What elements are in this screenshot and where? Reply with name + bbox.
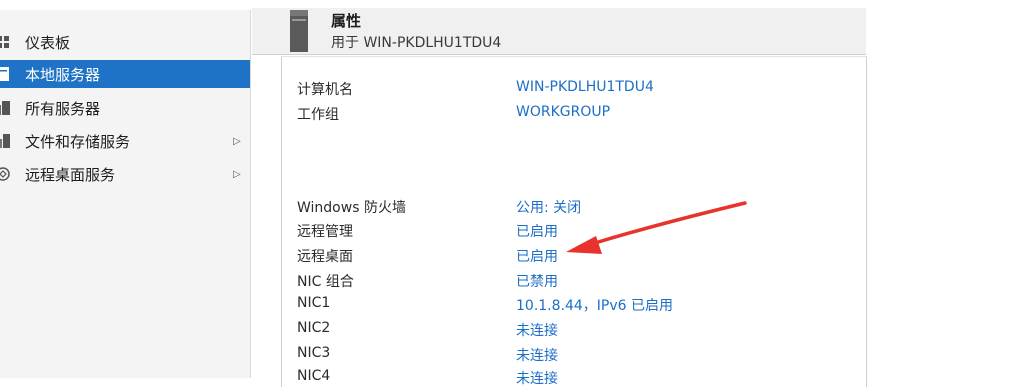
property-value-nic-teaming[interactable]: 已禁用 [516, 271, 558, 291]
property-value-nic4[interactable]: 未连接 [516, 368, 558, 388]
servers-icon [0, 101, 10, 115]
property-label-nic4: NIC4 [297, 368, 331, 384]
property-label-workgroup: 工作组 [297, 107, 339, 123]
expand-arrow-icon[interactable]: ▷ [233, 169, 241, 180]
sidebar-divider [250, 10, 251, 378]
sidebar-item-label: 仪表板 [25, 33, 71, 52]
sidebar-item-local-server[interactable]: 本地服务器 [0, 60, 250, 88]
property-label-firewall: Windows 防火墙 [297, 200, 406, 216]
remote-desktop-icon [0, 167, 10, 181]
property-label-nic-teaming: NIC 组合 [297, 274, 354, 290]
sidebar-item-label: 本地服务器 [25, 65, 101, 84]
property-value-nic1[interactable]: 10.1.8.44，IPv6 已启用 [516, 295, 673, 315]
navigation-sidebar: 仪表板 本地服务器 所有服务器 文件和存储服务 ▷ 远程桌面服务 ▷ [0, 10, 250, 378]
server-icon [0, 67, 10, 81]
page-subtitle: 用于 WIN-PKDLHU1TDU4 [331, 35, 502, 51]
sidebar-item-label: 所有服务器 [25, 99, 101, 118]
sidebar-item-remote-desktop-services[interactable]: 远程桌面服务 ▷ [0, 160, 250, 188]
property-value-nic2[interactable]: 未连接 [516, 320, 558, 340]
dashboard-icon [0, 35, 10, 49]
property-value-firewall[interactable]: 公用: 关闭 [516, 197, 581, 217]
server-properties-icon [290, 10, 308, 52]
property-value-workgroup[interactable]: WORKGROUP [516, 104, 610, 120]
sidebar-item-all-servers[interactable]: 所有服务器 [0, 94, 250, 122]
page-title: 属性 [331, 12, 362, 30]
property-value-computer-name[interactable]: WIN-PKDLHU1TDU4 [516, 79, 654, 95]
property-label-remote-desktop: 远程桌面 [297, 249, 353, 265]
property-label-remote-management: 远程管理 [297, 224, 353, 240]
expand-arrow-icon[interactable]: ▷ [233, 136, 241, 147]
property-value-remote-management[interactable]: 已启用 [516, 221, 558, 241]
property-label-nic3: NIC3 [297, 345, 331, 361]
storage-icon [0, 134, 10, 148]
property-label-computer-name: 计算机名 [297, 82, 353, 98]
property-value-nic3[interactable]: 未连接 [516, 345, 558, 365]
properties-header: 属性 用于 WIN-PKDLHU1TDU4 [252, 8, 866, 55]
sidebar-item-file-storage-services[interactable]: 文件和存储服务 ▷ [0, 127, 250, 155]
property-value-remote-desktop[interactable]: 已启用 [516, 246, 558, 266]
property-label-nic2: NIC2 [297, 320, 331, 336]
property-label-nic1: NIC1 [297, 295, 331, 311]
sidebar-item-label: 远程桌面服务 [25, 165, 116, 184]
sidebar-item-label: 文件和存储服务 [25, 132, 131, 151]
sidebar-item-dashboard[interactable]: 仪表板 [0, 28, 250, 56]
